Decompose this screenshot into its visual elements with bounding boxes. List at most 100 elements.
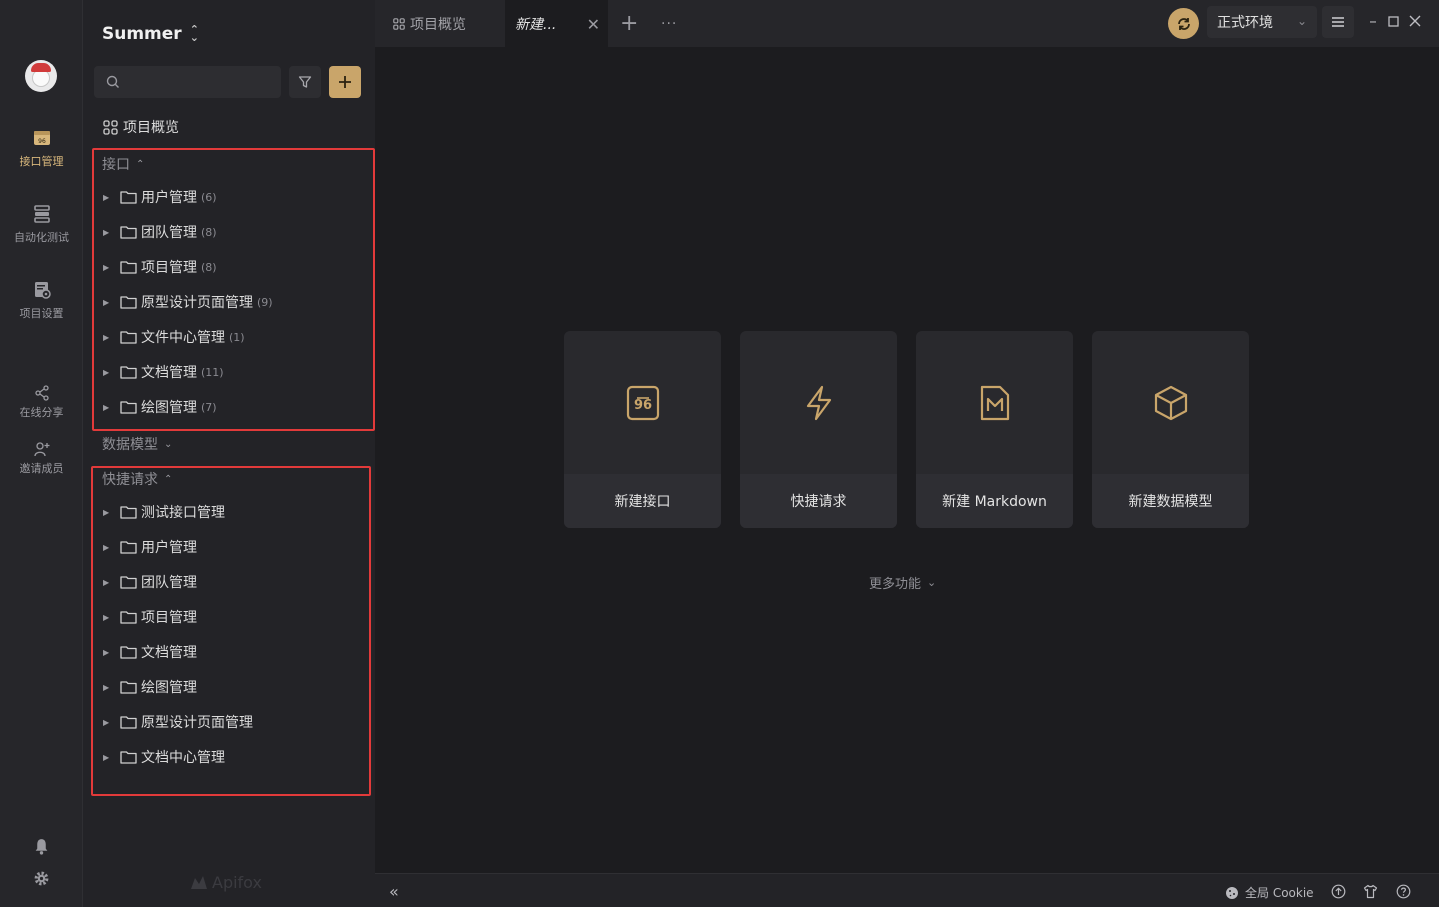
folder-name: 项目管理 [141,610,197,626]
grid-icon [103,119,118,135]
top-bar: 项目概览 新建... ✕ + ··· 正式环境 ⌄ – [375,0,1439,47]
folder-row[interactable]: ▶ 绘图管理 [103,676,197,698]
folder-row[interactable]: ▶ 文档中心管理 [103,746,225,768]
folder-icon [120,611,137,624]
caret-right-icon[interactable]: ▶ [103,403,113,412]
folder-row[interactable]: ▶ 原型设计页面管理 [103,711,253,733]
folder-icon [120,261,137,274]
caret-right-icon[interactable]: ▶ [103,263,113,272]
new-tab-button[interactable]: + [620,0,638,47]
settings-doc-icon [34,282,51,299]
caret-right-icon[interactable]: ▶ [103,508,113,517]
folder-name: 团队管理 [141,225,197,241]
user-avatar[interactable] [25,60,57,92]
folder-row[interactable]: ▶ 绘图管理 (7) [103,396,217,418]
folder-row[interactable]: ▶ 原型设计页面管理 (9) [103,291,273,313]
tab-label: 新建... [515,16,557,33]
search-icon [106,75,119,88]
folder-name: 绘图管理 [141,400,197,416]
plus-icon [339,76,351,88]
apifox-logo-icon [191,875,207,889]
rail-item-automation-test[interactable]: 自动化测试 [0,204,83,245]
help-icon[interactable] [1396,884,1411,899]
rail-item-project-settings[interactable]: 项目设置 [0,280,83,321]
project-switcher[interactable]: Summer ⌃ ⌄ [102,24,199,44]
minimize-button[interactable]: – [1364,12,1382,30]
bell-icon[interactable] [33,838,50,855]
section-quick-request[interactable]: 快捷请求 ⌃ [102,469,172,489]
rail-item-invite-member[interactable]: 邀请成员 [0,441,83,476]
close-icon [1409,15,1421,27]
more-tabs-button[interactable]: ··· [661,0,677,47]
maximize-icon [1387,15,1399,27]
folder-name: 绘图管理 [141,680,197,696]
section-data-model[interactable]: 数据模型 ⌄ [102,434,172,454]
card-label: 新建数据模型 [1092,474,1249,528]
more-features-toggle[interactable]: 更多功能 ⌄ [869,573,936,592]
card-new-api[interactable]: 96 新建接口 [564,331,721,528]
folder-row[interactable]: ▶ 团队管理 (8) [103,221,217,243]
folder-row[interactable]: ▶ 项目管理 [103,606,197,628]
caret-right-icon[interactable]: ▶ [103,193,113,202]
folder-row[interactable]: ▶ 项目管理 (8) [103,256,217,278]
caret-right-icon[interactable]: ▶ [103,648,113,657]
close-window-button[interactable] [1406,12,1424,30]
tab-project-overview[interactable]: 项目概览 [393,0,466,47]
filter-button[interactable] [289,66,321,98]
card-quick-request[interactable]: 快捷请求 [740,331,897,528]
caret-right-icon[interactable]: ▶ [103,718,113,727]
tab-new[interactable]: 新建... ✕ [505,0,608,47]
folder-row[interactable]: ▶ 文件中心管理 (1) [103,326,245,348]
caret-right-icon[interactable]: ▶ [103,298,113,307]
folder-row[interactable]: ▶ 测试接口管理 [103,501,225,523]
collapse-sidebar-button[interactable]: « [389,882,399,901]
caret-right-icon[interactable]: ▶ [103,578,113,587]
upload-icon[interactable] [1331,884,1346,899]
status-bar: « 全局 Cookie [375,873,1439,907]
folder-name: 原型设计页面管理 [141,295,253,311]
search-input[interactable] [126,71,274,93]
folder-row[interactable]: ▶ 文档管理 [103,641,197,663]
menu-button[interactable] [1322,6,1354,38]
folder-name: 文档管理 [141,365,197,381]
caret-right-icon[interactable]: ▶ [103,613,113,622]
rail-label: 邀请成员 [19,462,64,475]
folder-name: 文件中心管理 [141,330,225,346]
card-new-markdown[interactable]: 新建 Markdown [916,331,1073,528]
rail-item-online-share[interactable]: 在线分享 [0,385,83,420]
caret-right-icon[interactable]: ▶ [103,368,113,377]
section-interface[interactable]: 接口 ⌃ [102,154,144,174]
caret-right-icon[interactable]: ▶ [103,753,113,762]
folder-name: 用户管理 [141,540,197,556]
folder-row[interactable]: ▶ 用户管理 (6) [103,186,217,208]
server-stack-icon [33,205,50,223]
project-overview-link[interactable]: 项目概览 [103,117,179,137]
shirt-icon[interactable] [1363,884,1378,899]
rail-label: 自动化测试 [14,231,69,244]
maximize-button[interactable] [1384,12,1402,30]
folder-icon [120,366,137,379]
gear-icon[interactable] [33,870,50,887]
caret-right-icon[interactable]: ▶ [103,543,113,552]
card-label: 新建接口 [564,474,721,528]
environment-select[interactable]: 正式环境 ⌄ [1207,6,1317,38]
folder-row[interactable]: ▶ 文档管理 (11) [103,361,224,383]
main-area: 96 新建接口 快捷请求 新建 Markdown 新建数据模型 更多功能 ⌄ [375,47,1439,873]
folder-row[interactable]: ▶ 团队管理 [103,571,197,593]
global-cookie-button[interactable]: 全局 Cookie [1225,884,1314,901]
caret-right-icon[interactable]: ▶ [103,228,113,237]
folder-icon [120,226,137,239]
folder-name: 用户管理 [141,190,197,206]
caret-right-icon[interactable]: ▶ [103,683,113,692]
folder-icon [120,296,137,309]
rail-item-api-management[interactable]: 96 接口管理 [0,128,83,169]
add-button[interactable] [329,66,361,98]
card-new-data-model[interactable]: 新建数据模型 [1092,331,1249,528]
folder-row[interactable]: ▶ 用户管理 [103,536,197,558]
folder-icon [120,751,137,764]
left-rail: 96 接口管理 自动化测试 项目设置 在线分享 邀请成员 [0,0,83,907]
caret-right-icon[interactable]: ▶ [103,333,113,342]
minimize-icon: – [1369,12,1377,30]
sync-button[interactable] [1168,8,1199,39]
close-icon[interactable]: ✕ [587,15,600,34]
